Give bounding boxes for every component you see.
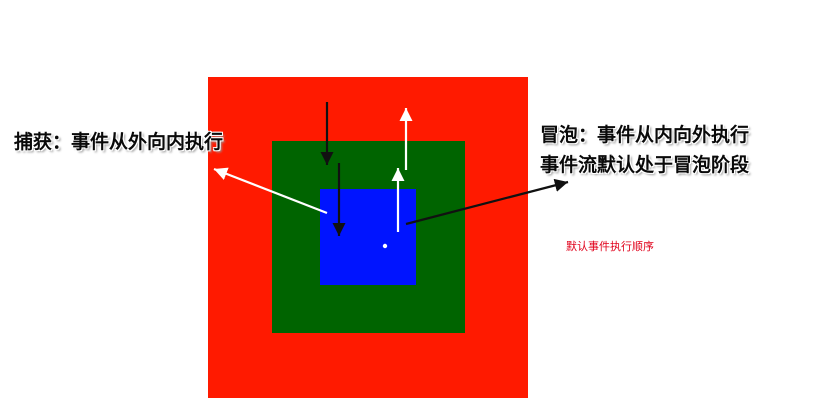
capture-label: 捕获：事件从外向内执行 xyxy=(14,131,224,153)
bubble-label: 冒泡：事件从内向外执行 xyxy=(540,124,750,146)
bubble-default-label: 事件流默认处于冒泡阶段 xyxy=(540,154,750,176)
inner-box xyxy=(320,189,416,285)
execution-order-note: 默认事件执行顺序 xyxy=(566,240,654,253)
event-flow-diagram: 捕获：事件从外向内执行 冒泡：事件从内向外执行 事件流默认处于冒泡阶段 默认事件… xyxy=(0,0,835,412)
